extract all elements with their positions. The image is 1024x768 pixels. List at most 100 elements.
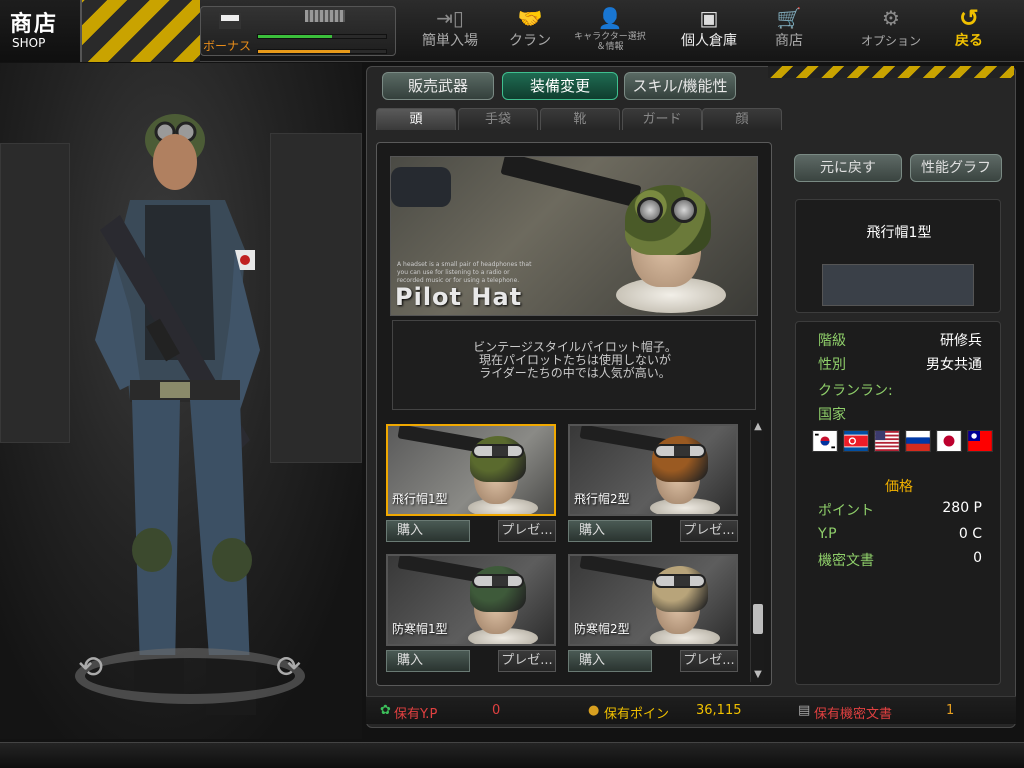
subtab-guard[interactable]: ガード <box>622 108 702 130</box>
held-secret-value: 1 <box>946 703 955 718</box>
bonus-label: ボーナス <box>203 39 252 53</box>
item-scrollbar[interactable]: ▲ ▼ <box>750 420 764 682</box>
gift-button[interactable]: プレゼ... <box>498 650 556 672</box>
bonus-bar-fill <box>258 50 351 53</box>
flag-usa-icon <box>874 430 900 452</box>
player-info: ボーナス <box>200 6 396 56</box>
nav-quick-join[interactable]: ⇥▯ 簡単入場 <box>414 4 486 58</box>
revert-button[interactable]: 元に戻す <box>794 154 902 182</box>
subtab-head[interactable]: 頭 <box>376 108 456 130</box>
item-hat-1 <box>652 436 708 482</box>
nav-clan[interactable]: 🤝 クラン <box>498 4 562 58</box>
selected-item-name: 飛行帽1型 <box>866 225 932 241</box>
buy-button[interactable]: 購入 <box>568 520 652 542</box>
tab-weapons[interactable]: 販売武器 <box>382 72 494 100</box>
item-card[interactable]: 飛行帽2型 購入 プレゼ... <box>568 424 738 542</box>
scroll-thumb[interactable] <box>753 604 763 634</box>
item-name-slot <box>822 264 974 306</box>
person-icon: 👤 <box>597 6 623 30</box>
country-flags <box>812 430 993 454</box>
item-name: 防寒帽2型 <box>574 622 630 636</box>
yp-price-label: Y.P <box>818 526 837 542</box>
flag-korea-icon <box>812 430 838 452</box>
tab-skills[interactable]: スキル/機能性 <box>624 72 736 100</box>
goggle-right <box>671 197 697 223</box>
back-arrow-icon: ↺ <box>958 4 980 32</box>
item-name: 防寒帽1型 <box>392 622 448 636</box>
held-secret-label: 保有機密文書 <box>814 707 893 722</box>
nav-quick-join-label: 簡単入場 <box>422 33 478 49</box>
item-description: ビンテージスタイルパイロット帽子。 現在パイロットたちは使用しないが ライダーた… <box>392 320 756 410</box>
gift-button[interactable]: プレゼ... <box>680 520 738 542</box>
scroll-down-icon[interactable]: ▼ <box>751 668 765 682</box>
gear-icon: ⚙ <box>882 6 900 30</box>
points-price-row: ポイント 280 P <box>818 500 990 520</box>
character-model <box>95 114 260 715</box>
preview-title: Pilot Hat <box>395 283 523 311</box>
secret-price-row: 機密文書 0 <box>818 550 990 570</box>
footer-strip <box>0 742 1024 768</box>
rotate-ring <box>75 648 305 704</box>
goggle-left <box>637 197 663 223</box>
secret-price-value: 0 <box>973 550 982 566</box>
rank-icon <box>219 13 241 29</box>
nav-inventory-label: 個人倉庫 <box>681 33 737 49</box>
back-button-label: 戻る <box>955 33 983 49</box>
rotate-left-icon[interactable]: ⟲ <box>78 650 103 685</box>
flag-taiwan-icon <box>967 430 993 452</box>
subtab-gloves[interactable]: 手袋 <box>458 108 538 130</box>
scroll-up-icon[interactable]: ▲ <box>751 420 765 434</box>
back-button[interactable]: ↺ 戻る <box>944 4 994 58</box>
nav-shop[interactable]: 🛒 商店 <box>762 4 816 58</box>
nav-character-label-1: キャラクター選択 <box>574 32 646 42</box>
cart-icon: 🛒 <box>776 6 802 30</box>
item-hat-2 <box>470 566 526 612</box>
item-hat-0 <box>470 436 526 482</box>
item-card[interactable]: 飛行帽1型 購入 プレゼ... <box>386 424 556 542</box>
country-label: 国家 <box>818 407 846 423</box>
nav-shop-label: 商店 <box>775 33 803 49</box>
exp-bar-fill <box>258 35 333 38</box>
locker-icon: ▣ <box>699 6 719 30</box>
nav-character[interactable]: 👤 キャラクター選択 ＆情報 <box>572 4 648 58</box>
gift-button[interactable]: プレゼ... <box>680 650 738 672</box>
exp-bar <box>257 34 387 39</box>
top-bar: 商店 SHOP ボーナス ⇥▯ 簡単入場 🤝 クラン 👤 キャラクター選択 ＆情… <box>0 0 1024 62</box>
nav-options[interactable]: ⚙ オプション <box>856 4 926 58</box>
rotate-right-icon[interactable]: ⟳ <box>276 650 301 685</box>
gender-label: 性別 <box>818 357 846 373</box>
shop-title: 商店 <box>10 12 59 37</box>
rank-label: 階級 <box>818 333 846 349</box>
points-price-label: ポイント <box>818 503 874 519</box>
buy-button[interactable]: 購入 <box>386 520 470 542</box>
nav-character-label-2: ＆情報 <box>596 42 624 52</box>
preview-prop <box>391 167 451 207</box>
shop-subtitle: SHOP <box>12 36 46 50</box>
flag-north-korea-icon <box>843 430 869 452</box>
item-card[interactable]: 防寒帽1型 購入 プレゼ... <box>386 554 556 672</box>
stats-graph-button[interactable]: 性能グラフ <box>910 154 1002 182</box>
nav-inventory[interactable]: ▣ 個人倉庫 <box>670 4 748 58</box>
item-info-box: 階級 研修兵 性別 男女共通 クランラン: 国家 価格 ポイント 280 P Y… <box>795 321 1001 685</box>
clan-row: クランラン: <box>818 380 990 400</box>
points-price-value: 280 P <box>942 500 982 516</box>
bonus-bar <box>257 49 387 54</box>
buy-button[interactable]: 購入 <box>386 650 470 672</box>
item-name-box: 飛行帽1型 <box>795 199 1001 313</box>
rank-row: 階級 研修兵 <box>818 330 990 350</box>
gender-row: 性別 男女共通 <box>818 354 990 374</box>
currency-bar: ✿ 保有Y.P 0 ● 保有ポイン 36,115 ▤ 保有機密文書 1 <box>366 696 1016 724</box>
handshake-icon: 🤝 <box>517 6 543 30</box>
flag-japan-icon <box>936 430 962 452</box>
item-card[interactable]: 防寒帽2型 購入 プレゼ... <box>568 554 738 672</box>
tab-equipment[interactable]: 装備変更 <box>502 72 618 100</box>
hazard-stripe <box>768 66 1014 78</box>
subtab-face[interactable]: 顔 <box>702 108 782 130</box>
player-name-obscured <box>305 10 345 22</box>
buy-button[interactable]: 購入 <box>568 650 652 672</box>
subtab-shoes[interactable]: 靴 <box>540 108 620 130</box>
rank-value: 研修兵 <box>940 333 982 349</box>
preview-rifle <box>500 157 642 208</box>
gift-button[interactable]: プレゼ... <box>498 520 556 542</box>
shop-logo: 商店 SHOP <box>0 0 200 62</box>
